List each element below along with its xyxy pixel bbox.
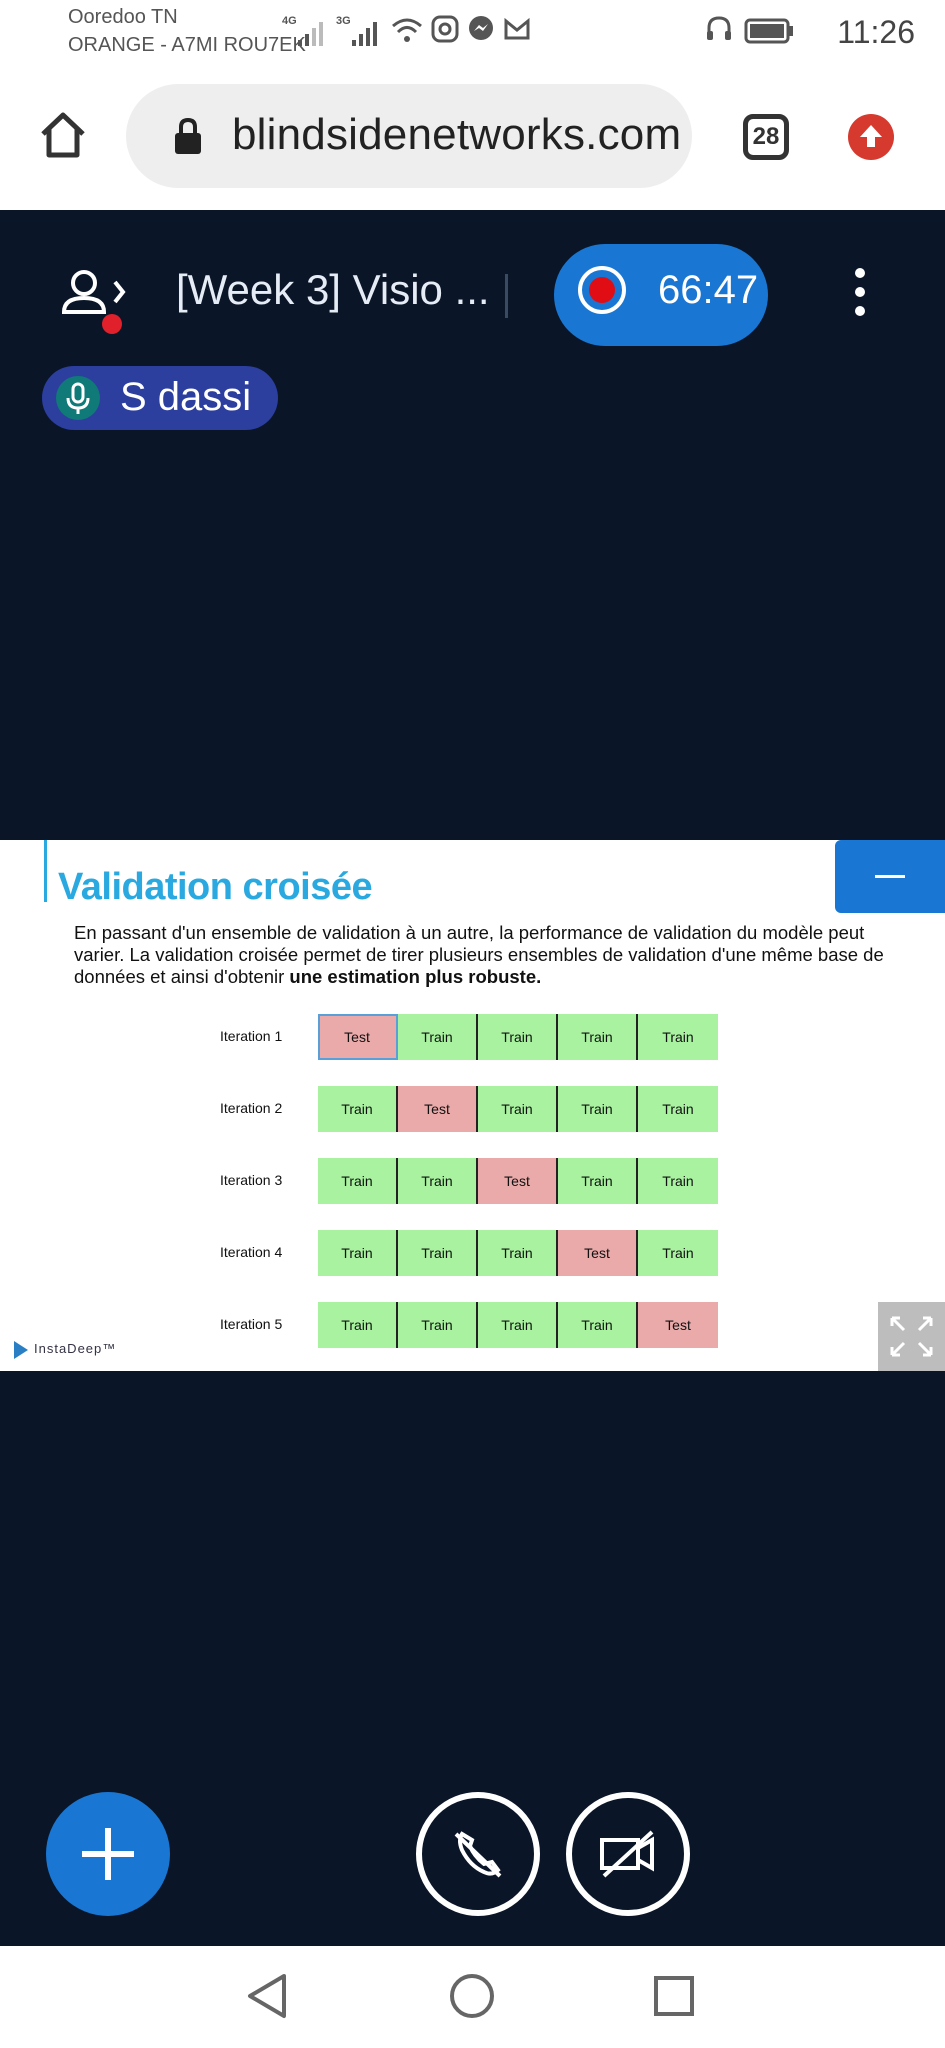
fold-cell: Train: [398, 1014, 478, 1060]
fullscreen-button[interactable]: [878, 1302, 945, 1371]
upload-button[interactable]: [848, 114, 894, 160]
fold-cell: Train: [318, 1086, 398, 1132]
back-icon[interactable]: [244, 1972, 290, 2020]
talker-name: S dassi: [120, 375, 252, 419]
users-list-icon[interactable]: [60, 266, 130, 338]
camera-off-icon: [600, 1830, 654, 1878]
microphone-icon: [56, 376, 100, 420]
fullscreen-icon: [890, 1316, 933, 1357]
fold-cell: Train: [318, 1158, 398, 1204]
instadeep-logo: InstaDeep™: [34, 1341, 117, 1356]
fold-cell: Train: [318, 1302, 398, 1348]
headphones-icon: [707, 16, 731, 40]
recording-time: 66:47: [658, 268, 759, 312]
fold-cell: Test: [318, 1014, 398, 1060]
fold-cell: Train: [638, 1014, 718, 1060]
fold-cell: Train: [558, 1302, 638, 1348]
signal-icon: 4G: [282, 15, 323, 46]
iteration-label: Iteration 4: [220, 1244, 283, 1260]
fold-cell: Test: [638, 1302, 718, 1348]
url-text[interactable]: blindsidenetworks.com: [232, 110, 681, 160]
minimize-presentation-button[interactable]: [835, 840, 945, 913]
fold-cell: Train: [398, 1230, 478, 1276]
fold-cell: Train: [398, 1302, 478, 1348]
status-time: 11:26: [837, 14, 915, 50]
wifi-icon: [392, 18, 422, 42]
signal-2-label: 3G: [336, 15, 351, 27]
fold-cell: Train: [478, 1086, 558, 1132]
iteration-label: Iteration 5: [220, 1316, 283, 1332]
options-menu-icon[interactable]: [850, 268, 870, 324]
iteration-label: Iteration 1: [220, 1028, 283, 1044]
upload-icon: [860, 125, 882, 147]
signal-icon: 3G: [336, 15, 377, 46]
slide-body-bold: une estimation plus robuste.: [289, 966, 542, 987]
title-divider: [505, 274, 508, 318]
system-nav-bar: [0, 1946, 945, 2048]
fold-cell: Train: [478, 1230, 558, 1276]
record-dot-icon: [589, 277, 615, 303]
fold-cell: Test: [478, 1158, 558, 1204]
slide-body: En passant d'un ensemble de validation à…: [74, 922, 884, 988]
fold-cell: Test: [398, 1086, 478, 1132]
battery-icon: [744, 18, 793, 44]
actions-button[interactable]: [46, 1792, 170, 1916]
plus-icon: [82, 1828, 134, 1880]
leave-audio-button[interactable]: [416, 1792, 540, 1916]
messenger-icon: [469, 16, 493, 40]
slide-accent-bar: [44, 840, 47, 902]
minus-icon: [875, 875, 905, 878]
lock-icon: [175, 117, 201, 154]
instagram-icon: [431, 15, 459, 43]
instadeep-logo-icon: [14, 1341, 28, 1359]
recents-icon[interactable]: [652, 1974, 696, 2018]
fold-cell: Train: [638, 1086, 718, 1132]
share-webcam-button[interactable]: [566, 1792, 690, 1916]
fold-cell: Train: [638, 1230, 718, 1276]
carrier-1: Ooredoo TN: [68, 6, 178, 28]
fold-cell: Train: [558, 1158, 638, 1204]
carrier-2: ORANGE - A7MI ROU7EK: [68, 34, 306, 56]
fold-cell: Train: [318, 1230, 398, 1276]
tabs-button[interactable]: 28: [743, 114, 789, 160]
iteration-label: Iteration 2: [220, 1100, 283, 1116]
fold-cell: Train: [478, 1302, 558, 1348]
iteration-label: Iteration 3: [220, 1172, 283, 1188]
hangup-icon: [454, 1831, 502, 1878]
fold-cell: Train: [638, 1158, 718, 1204]
fold-cell: Train: [558, 1086, 638, 1132]
fold-cell: Train: [478, 1014, 558, 1060]
fold-cell: Train: [398, 1158, 478, 1204]
browser-toolbar: blindsidenetworks.com 28: [0, 62, 945, 210]
signal-1-label: 4G: [282, 15, 297, 27]
meeting-title: [Week 3] Visio ...: [176, 266, 490, 313]
slide-title: Validation croisée: [58, 866, 373, 908]
fold-cell: Test: [558, 1230, 638, 1276]
home-circle-icon[interactable]: [448, 1972, 496, 2020]
home-icon[interactable]: [38, 110, 88, 160]
fold-cell: Train: [558, 1014, 638, 1060]
gmail-icon: [504, 17, 530, 40]
status-bar: Ooredoo TN ORANGE - A7MI ROU7EK 4G 3G 11…: [0, 0, 945, 62]
